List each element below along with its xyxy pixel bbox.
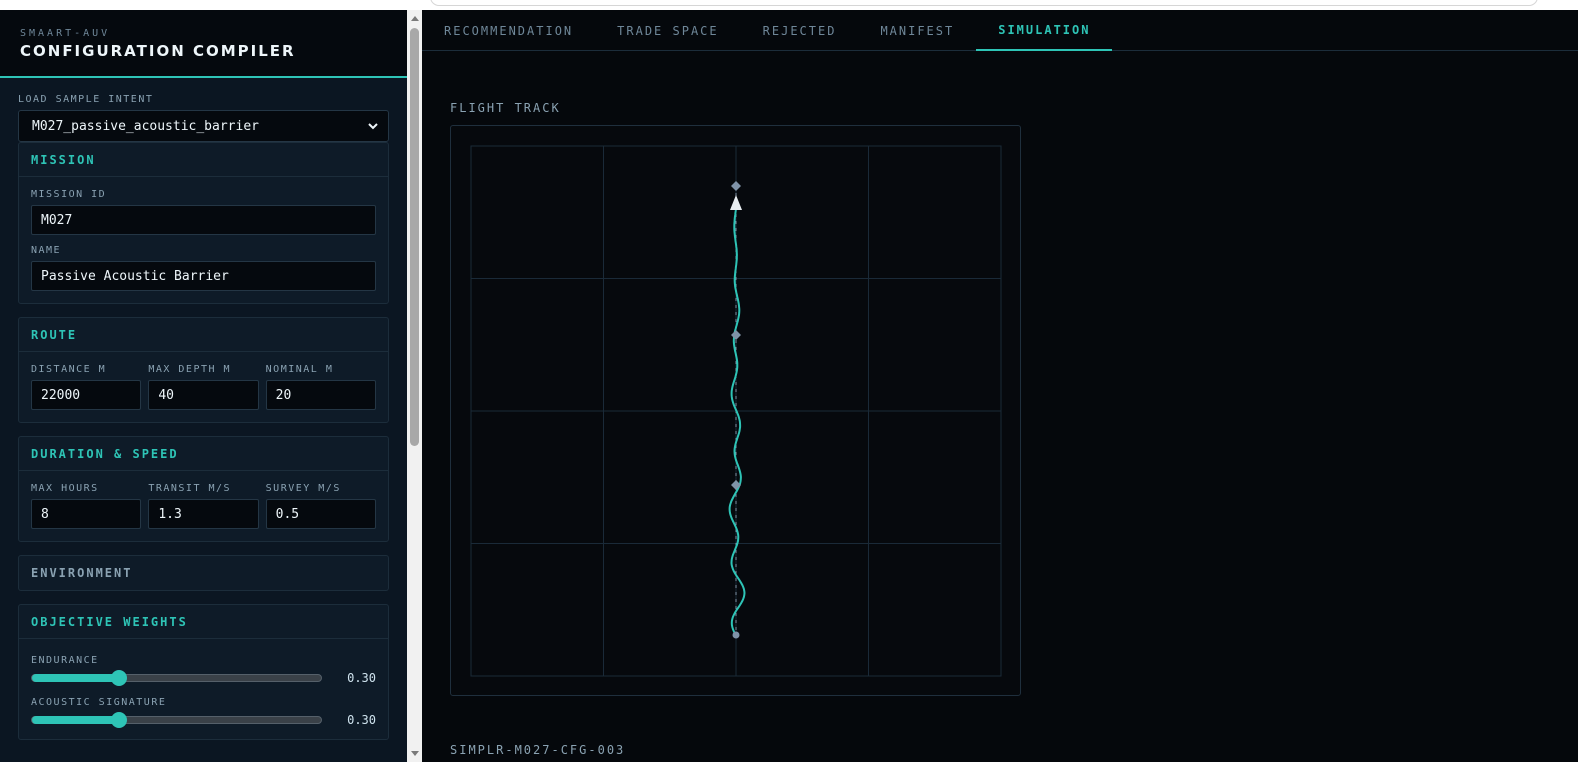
sample-intent-value: M027_passive_acoustic_barrier <box>32 118 259 134</box>
sidebar-scrollbar[interactable] <box>407 10 422 762</box>
environment-heading[interactable]: ENVIRONMENT <box>19 556 388 590</box>
environment-card: ENVIRONMENT <box>18 555 389 591</box>
acoustic-slider-thumb[interactable] <box>110 712 127 728</box>
mission-heading[interactable]: MISSION <box>19 143 388 177</box>
chevron-down-icon <box>368 123 378 130</box>
endurance-slider-thumb[interactable] <box>110 670 127 686</box>
vehicle-heading-icon <box>730 195 742 210</box>
route-card: ROUTE DISTANCE M 22000 MAX DEPTH M 40 NO… <box>18 317 389 423</box>
max-hours-label: MAX HOURS <box>31 483 99 494</box>
sample-intent-label: LOAD SAMPLE INTENT <box>18 94 154 105</box>
browser-top-strip <box>0 0 1578 10</box>
endurance-slider-row: 0.30 <box>31 670 376 686</box>
results-tabs: RECOMMENDATION TRADE SPACE REJECTED MANI… <box>422 10 1578 51</box>
sidebar-body: LOAD SAMPLE INTENT M027_passive_acoustic… <box>0 78 407 740</box>
address-bar <box>430 0 1538 6</box>
scroll-down-arrow-icon[interactable] <box>411 751 419 756</box>
acoustic-slider-fill <box>32 716 119 724</box>
mission-name-label: NAME <box>31 245 62 256</box>
nominal-field[interactable]: 20 <box>265 380 376 410</box>
waypoint-marker <box>731 330 741 340</box>
tab-manifest[interactable]: MANIFEST <box>858 10 976 51</box>
tab-recommendation[interactable]: RECOMMENDATION <box>422 10 595 51</box>
mission-id-label: MISSION ID <box>31 189 107 200</box>
transit-speed-label: TRANSIT M/S <box>148 483 232 494</box>
app-title: CONFIGURATION COMPILER <box>20 42 296 60</box>
duration-heading[interactable]: DURATION & SPEED <box>19 437 388 471</box>
flight-track-plot <box>450 125 1021 696</box>
route-heading[interactable]: ROUTE <box>19 318 388 352</box>
start-point <box>732 631 740 639</box>
nominal-label: NOMINAL M <box>265 364 334 375</box>
endurance-slider-fill <box>32 674 119 682</box>
objective-weights-card: OBJECTIVE WEIGHTS ENDURANCE 0.30 ACOUSTI… <box>18 604 389 740</box>
acoustic-slider-row: 0.30 <box>31 712 376 728</box>
objective-weights-heading[interactable]: OBJECTIVE WEIGHTS <box>19 605 388 639</box>
scroll-thumb[interactable] <box>410 28 419 446</box>
results-panel: RECOMMENDATION TRADE SPACE REJECTED MANI… <box>422 10 1578 762</box>
survey-speed-label: SURVEY M/S <box>265 483 341 494</box>
config-sidebar: SMAART-AUV CONFIGURATION COMPILER LOAD S… <box>0 10 407 762</box>
vehicle-track <box>728 200 746 636</box>
max-hours-field[interactable]: 8 <box>31 499 142 529</box>
max-depth-label: MAX DEPTH M <box>148 364 232 375</box>
waypoint-marker <box>731 181 741 191</box>
mission-card: MISSION MISSION ID M027 NAME Passive Aco… <box>18 142 389 304</box>
tab-trade-space[interactable]: TRADE SPACE <box>595 10 740 51</box>
acoustic-signature-label: ACOUSTIC SIGNATURE <box>31 697 167 708</box>
distance-label: DISTANCE M <box>31 364 107 375</box>
flight-track-canvas <box>470 145 1002 677</box>
duration-card: DURATION & SPEED MAX HOURS 8 TRANSIT M/S… <box>18 436 389 542</box>
brand-header: SMAART-AUV CONFIGURATION COMPILER <box>0 10 407 78</box>
config-id: SIMPLR-M027-CFG-003 <box>450 743 626 757</box>
distance-field[interactable]: 22000 <box>31 380 142 410</box>
endurance-label: ENDURANCE <box>31 655 99 666</box>
tab-simulation[interactable]: SIMULATION <box>976 10 1113 51</box>
tab-rejected[interactable]: REJECTED <box>741 10 859 51</box>
scroll-up-arrow-icon[interactable] <box>411 16 419 21</box>
flight-track-label: FLIGHT TRACK <box>450 101 561 115</box>
sample-intent-select[interactable]: M027_passive_acoustic_barrier <box>18 110 389 142</box>
transit-speed-field[interactable]: 1.3 <box>148 499 259 529</box>
acoustic-signature-value: 0.30 <box>347 713 376 727</box>
mission-name-field[interactable]: Passive Acoustic Barrier <box>31 261 376 291</box>
endurance-slider[interactable] <box>31 670 323 686</box>
acoustic-signature-slider[interactable] <box>31 712 323 728</box>
survey-speed-field[interactable]: 0.5 <box>265 499 376 529</box>
max-depth-field[interactable]: 40 <box>148 380 259 410</box>
endurance-value: 0.30 <box>347 671 376 685</box>
mission-id-field[interactable]: M027 <box>31 205 376 235</box>
brand-kicker: SMAART-AUV <box>20 28 111 39</box>
